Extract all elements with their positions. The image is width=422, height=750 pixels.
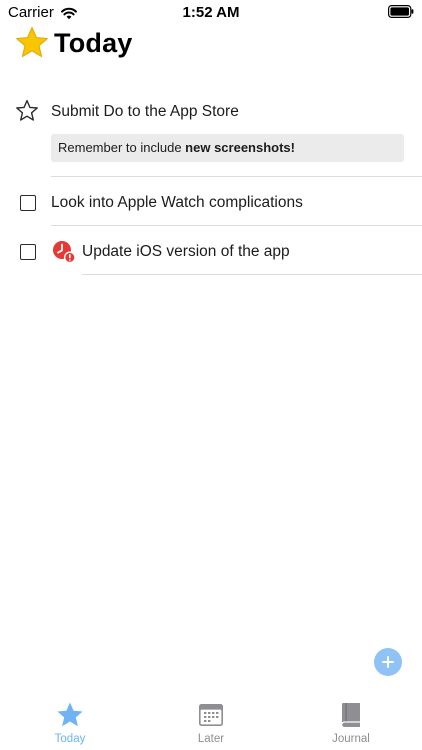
overdue-clock-icon (53, 241, 76, 264)
task-item[interactable]: Update iOS version of the app (0, 235, 422, 275)
task-checkbox[interactable] (20, 195, 36, 211)
status-bar: Carrier 1:52 AM (0, 0, 422, 24)
tab-bar: Today Later Journal (0, 690, 422, 750)
task-divider (51, 176, 422, 177)
task-note-text: Remember to include (58, 140, 186, 155)
tab-later[interactable]: Later (161, 690, 261, 750)
calendar-icon (199, 704, 223, 726)
tab-label: Today (54, 733, 86, 745)
task-divider (82, 274, 422, 275)
star-outline-icon[interactable] (15, 99, 39, 123)
tab-label: Later (197, 733, 225, 745)
battery-icon (388, 5, 414, 18)
task-title: Update iOS version of the app (82, 243, 290, 260)
tab-label: Journal (332, 733, 370, 745)
plus-icon (382, 656, 394, 668)
task-divider (51, 225, 422, 226)
book-icon (341, 703, 360, 727)
task-note-emphasis: new screenshots! (185, 140, 295, 155)
task-item[interactable]: Look into Apple Watch complications (0, 186, 422, 226)
add-task-button[interactable] (374, 648, 402, 676)
clock-time: 1:52 AM (182, 4, 240, 21)
page-title: Today (54, 27, 133, 58)
task-note[interactable]: Remember to include new screenshots! (51, 134, 404, 162)
task-title: Look into Apple Watch complications (51, 194, 303, 211)
star-icon (16, 27, 48, 58)
page-header: Today (14, 24, 133, 62)
tab-today[interactable]: Today (20, 690, 120, 750)
task-checkbox[interactable] (20, 244, 36, 260)
task-title: Submit Do to the App Store (51, 103, 239, 120)
tab-journal[interactable]: Journal (301, 690, 401, 750)
star-icon (57, 702, 83, 727)
